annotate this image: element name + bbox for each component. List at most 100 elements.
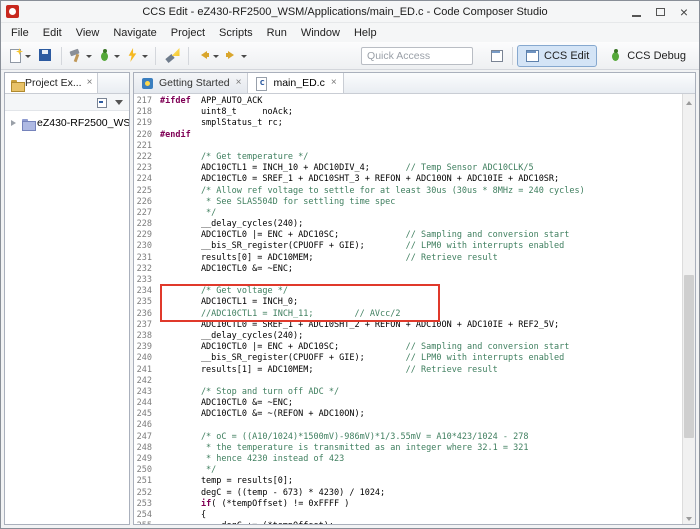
code-line[interactable]: 231 results[0] = ADC10MEM; // Retrieve r… <box>134 253 682 264</box>
code-line[interactable]: 253 if( (*tempOffset) != 0xFFFF ) <box>134 499 682 510</box>
code-line[interactable]: 224 ADC10CTL0 = SREF_1 + ADC10SHT_3 + RE… <box>134 174 682 185</box>
scroll-down-icon[interactable] <box>683 512 695 524</box>
scrollbar-thumb[interactable] <box>684 274 694 438</box>
code-line[interactable]: 239 ADC10CTL0 |= ENC + ADC10SC; // Sampl… <box>134 342 682 353</box>
scroll-up-icon[interactable] <box>683 94 695 106</box>
line-text: #endif <box>160 129 191 140</box>
tree-item-label: eZ430-RF2500_WSM <box>37 116 129 129</box>
code-line[interactable]: 228 __delay_cycles(240); <box>134 219 682 230</box>
code-line[interactable]: 223 ADC10CTL1 = INCH_10 + ADC10DIV_4; //… <box>134 163 682 174</box>
menu-bar: File Edit View Navigate Project Scripts Run Win… <box>1 23 699 42</box>
code-line[interactable]: 249 * hence 4230 instead of 423 <box>134 454 682 465</box>
menu-window[interactable]: Window <box>294 25 347 41</box>
code-line[interactable]: 243 /* Stop and turn off ADC */ <box>134 387 682 398</box>
maximize-button[interactable] <box>648 3 672 21</box>
line-number: 223 <box>136 163 152 174</box>
code-line[interactable]: 234 /* Get voltage */ <box>134 286 682 297</box>
line-number: 254 <box>136 509 152 520</box>
code-line[interactable]: 255 degC += (*tempOffset); <box>134 521 682 524</box>
code-line[interactable]: 238 __delay_cycles(240); <box>134 331 682 342</box>
perspective-ccs-debug[interactable]: CCS Debug <box>600 45 694 67</box>
code-line[interactable]: 220 #endif <box>134 130 682 141</box>
view-menu-icon[interactable] <box>113 96 125 108</box>
code-line[interactable]: 248 * the temperature is transmitted as … <box>134 443 682 454</box>
code-line[interactable]: 244 ADC10CTL0 &= ~ENC; <box>134 398 682 409</box>
menu-scripts[interactable]: Scripts <box>212 25 260 41</box>
code-line[interactable]: 235 ADC10CTL1 = INCH_0; <box>134 297 682 308</box>
tree-item-ez430-rf2500-wsm[interactable]: eZ430-RF2500_WSM <box>5 114 129 131</box>
dropdown-caret-icon[interactable] <box>25 54 31 61</box>
line-number: 235 <box>136 297 152 308</box>
line-text: temp = results[0]; <box>160 476 294 487</box>
minimize-button[interactable] <box>624 3 648 21</box>
line-text: uint8_t noAck; <box>160 107 294 118</box>
line-number: 240 <box>136 353 152 364</box>
code-line[interactable]: 229 ADC10CTL0 |= ENC + ADC10SC; // Sampl… <box>134 230 682 241</box>
code-line[interactable]: 217 #ifdef APP_AUTO_ACK <box>134 96 682 107</box>
code-line[interactable]: 219 smplStatus_t rc; <box>134 118 682 129</box>
code-line[interactable]: 240 __bis_SR_register(CPUOFF + GIE); // … <box>134 353 682 364</box>
code-line[interactable]: 227 */ <box>134 208 682 219</box>
flash-button[interactable] <box>123 45 150 67</box>
open-perspective-button[interactable] <box>486 45 508 67</box>
collapse-all-icon[interactable] <box>96 96 108 108</box>
code-line[interactable]: 247 /* oC = ((A10/1024)*1500mV)-986mV)*1… <box>134 432 682 443</box>
close-view-icon[interactable]: × <box>87 78 93 88</box>
menu-run[interactable]: Run <box>260 25 294 41</box>
code-line[interactable]: 226 * See SLAS504D for settling time spe… <box>134 197 682 208</box>
code-line[interactable]: 252 degC = ((temp - 673) * 4230) / 1024; <box>134 488 682 499</box>
main-toolbar: CCS Edit CCS Debug <box>1 42 699 70</box>
code-line[interactable]: 242 <box>134 376 682 387</box>
code-line[interactable]: 245 ADC10CTL0 &= ~(REFON + ADC10ON); <box>134 409 682 420</box>
perspective-ccs-edit[interactable]: CCS Edit <box>517 44 598 67</box>
code-line[interactable]: 246 <box>134 420 682 431</box>
dropdown-caret-icon[interactable] <box>86 54 92 61</box>
dropdown-caret-icon[interactable] <box>213 54 219 61</box>
dropdown-caret-icon[interactable] <box>142 54 148 61</box>
close-tab-icon[interactable]: × <box>236 78 242 88</box>
code-line[interactable]: 230 __bis_SR_register(CPUOFF + GIE); // … <box>134 241 682 252</box>
menu-project[interactable]: Project <box>164 25 212 41</box>
code-line[interactable]: 250 */ <box>134 465 682 476</box>
new-wizard-button[interactable] <box>6 45 33 67</box>
editor-tab-getting-started[interactable]: Getting Started × <box>134 73 249 93</box>
editor-tab-main-ed-c[interactable]: main_ED.c × <box>248 73 344 93</box>
line-text: ADC10CTL0 |= ENC + ADC10SC; // Sampling … <box>160 342 570 353</box>
code-line[interactable]: 236 //ADC10CTL1 = INCH_11; // AVcc/2 <box>134 309 682 320</box>
menu-navigate[interactable]: Navigate <box>106 25 163 41</box>
build-button[interactable] <box>67 45 94 67</box>
menu-file[interactable]: File <box>4 25 36 41</box>
code-line[interactable]: 233 <box>134 275 682 286</box>
vertical-scrollbar[interactable] <box>682 94 695 524</box>
dropdown-caret-icon[interactable] <box>114 54 120 61</box>
code-line[interactable]: 222 /* Get temperature */ <box>134 152 682 163</box>
search-button[interactable] <box>161 45 183 67</box>
close-button[interactable]: × <box>672 3 696 21</box>
line-text: smplStatus_t rc; <box>160 118 283 129</box>
forward-button[interactable] <box>222 45 249 67</box>
code-line[interactable]: 237 ADC10CTL0 = SREF_1 + ADC10SHT_2 + RE… <box>134 320 682 331</box>
code-line[interactable]: 225 /* Allow ref voltage to settle for a… <box>134 186 682 197</box>
menu-edit[interactable]: Edit <box>36 25 69 41</box>
close-tab-icon[interactable]: × <box>331 78 337 88</box>
forward-icon <box>224 48 239 63</box>
back-icon <box>196 48 211 63</box>
code-line[interactable]: 221 <box>134 141 682 152</box>
debug-button[interactable] <box>95 45 122 67</box>
quick-access-input[interactable] <box>361 46 474 65</box>
code-line[interactable]: 218 uint8_t noAck; <box>134 107 682 118</box>
menu-help[interactable]: Help <box>347 25 384 41</box>
code-line[interactable]: 241 results[1] = ADC10MEM; // Retrieve r… <box>134 365 682 376</box>
code-line[interactable]: 251 temp = results[0]; <box>134 476 682 487</box>
save-button[interactable] <box>34 45 56 67</box>
dropdown-caret-icon[interactable] <box>241 54 247 61</box>
line-text: __bis_SR_register(CPUOFF + GIE); // LPM0… <box>160 353 565 364</box>
menu-view[interactable]: View <box>69 25 107 41</box>
code-line[interactable]: 254 { <box>134 510 682 521</box>
back-button[interactable] <box>194 45 221 67</box>
expander-icon[interactable] <box>11 119 19 126</box>
project-explorer-tab[interactable]: Project Ex... × <box>5 73 99 93</box>
code-line[interactable]: 232 ADC10CTL0 &= ~ENC; <box>134 264 682 275</box>
line-text: __delay_cycles(240); <box>160 330 304 341</box>
line-number: 218 <box>136 107 152 118</box>
